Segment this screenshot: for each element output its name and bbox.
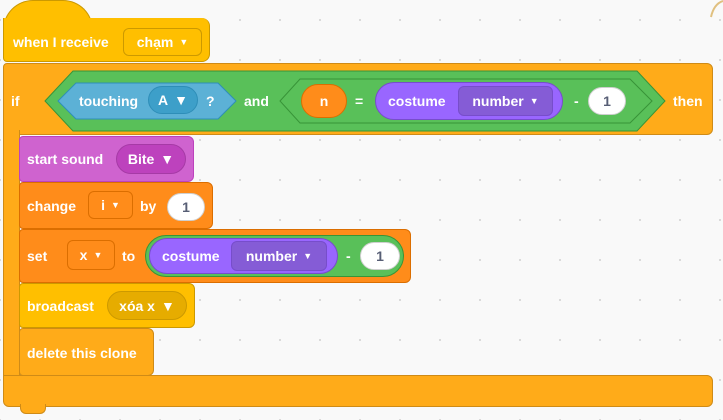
chevron-down-icon: ▼ [160,297,175,314]
change-variable-value: i [101,197,105,213]
touching-target-value: A [158,92,169,108]
start-sound-label: start sound [27,151,104,167]
chevron-down-icon: ▼ [160,151,175,167]
set-minus-sign: - [346,248,351,264]
sound-dropdown[interactable]: Bite ▼ [116,144,186,174]
delete-this-clone-label: delete this clone [27,345,137,361]
touching-question-mark: ? [206,93,215,109]
chevron-down-icon: ▼ [93,249,103,260]
costume-attr-dropdown[interactable]: number ▼ [458,86,553,116]
set-costume-attr-dropdown[interactable]: number ▼ [231,241,327,271]
equals-sign: = [355,93,364,109]
set-number-input[interactable]: 1 [360,242,400,270]
by-label: by [140,198,157,214]
costume-attr-value: number [472,93,524,109]
set-label: set [27,248,48,264]
number-input[interactable]: 1 [588,87,626,115]
set-variable-dropdown[interactable]: x ▼ [67,240,115,270]
change-label: change [27,198,77,214]
variable-n-label: n [319,93,329,109]
chevron-down-icon: ▼ [303,250,313,261]
chevron-down-icon: ▼ [529,95,539,106]
set-variable-value: x [79,247,88,263]
change-variable-dropdown[interactable]: i ▼ [88,191,133,219]
broadcast-message-value: xóa x [119,297,155,314]
sprite-edge-icon [710,0,723,18]
broadcast-label: broadcast [27,298,94,314]
touching-target-dropdown[interactable]: A ▼ [148,86,198,114]
to-label: to [122,248,136,264]
change-amount-input[interactable]: 1 [167,193,205,221]
set-costume-attr-value: number [245,248,298,264]
set-costume-label: costume [162,248,220,264]
broadcast-message-dropdown[interactable]: xóa x ▼ [107,291,187,320]
sound-value: Bite [127,151,155,167]
variable-n-reporter[interactable]: n [301,84,347,118]
touching-label: touching [79,93,139,109]
chevron-down-icon: ▼ [174,92,188,108]
chevron-down-icon: ▼ [110,199,120,210]
costume-label: costume [388,93,446,109]
and-label: and [244,93,269,109]
minus-sign: - [574,93,579,109]
